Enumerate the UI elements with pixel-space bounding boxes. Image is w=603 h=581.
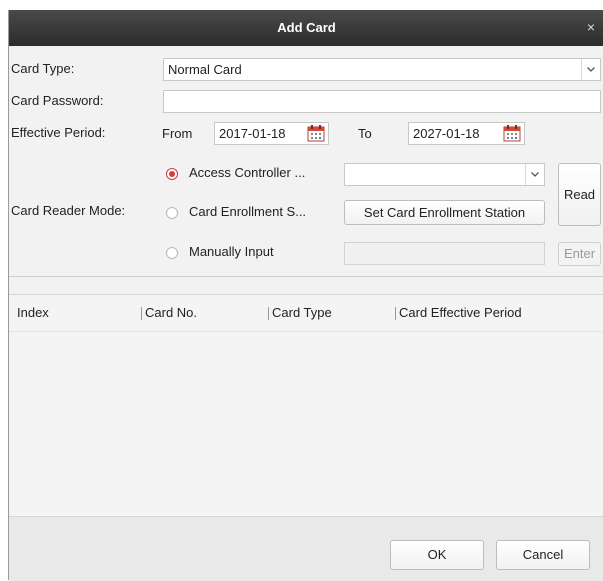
chevron-down-icon[interactable] — [525, 164, 544, 185]
dialog-titlebar[interactable]: Add Card × — [9, 10, 603, 46]
column-header-card-no[interactable]: Card No. — [145, 295, 197, 330]
to-label: To — [358, 126, 372, 141]
access-controller-label: Access Controller ... — [189, 165, 306, 180]
effective-period-label: Effective Period: — [11, 125, 106, 140]
manually-input-radio[interactable] — [166, 247, 178, 259]
ok-button[interactable]: OK — [390, 540, 484, 570]
manual-card-input[interactable] — [344, 242, 545, 265]
column-header-index[interactable]: Index — [17, 295, 49, 330]
column-header-card-effective-period[interactable]: Card Effective Period — [399, 295, 522, 330]
column-separator — [141, 307, 142, 320]
add-card-dialog: Add Card × Card Type: Normal Card Card P… — [8, 10, 603, 581]
card-password-label: Card Password: — [11, 93, 104, 108]
calendar-icon[interactable] — [503, 124, 521, 142]
from-date-value: 2017-01-18 — [219, 126, 286, 141]
manually-input-label: Manually Input — [189, 244, 274, 259]
card-type-value: Normal Card — [168, 62, 242, 77]
chevron-down-icon[interactable] — [581, 59, 600, 80]
dialog-title: Add Card — [277, 20, 336, 35]
calendar-icon[interactable] — [307, 124, 325, 142]
card-enrollment-label: Card Enrollment S... — [189, 204, 307, 219]
column-separator — [395, 307, 396, 320]
table-header-divider — [9, 331, 603, 332]
enter-button[interactable]: Enter — [558, 242, 601, 266]
read-button[interactable]: Read — [558, 163, 601, 226]
card-type-select[interactable]: Normal Card — [163, 58, 601, 81]
section-divider — [9, 276, 603, 277]
access-controller-radio[interactable] — [166, 168, 178, 180]
set-card-enrollment-station-button[interactable]: Set Card Enrollment Station — [344, 200, 545, 225]
card-table: Index Card No. Card Type Card Effective … — [9, 294, 603, 517]
close-icon[interactable]: × — [584, 20, 598, 34]
card-type-label: Card Type: — [11, 61, 75, 76]
cancel-button[interactable]: Cancel — [496, 540, 590, 570]
column-header-card-type[interactable]: Card Type — [272, 295, 332, 330]
access-controller-select[interactable] — [344, 163, 545, 186]
column-separator — [268, 307, 269, 320]
to-date-value: 2027-01-18 — [413, 126, 480, 141]
from-label: From — [162, 126, 193, 141]
card-enrollment-radio[interactable] — [166, 207, 178, 219]
card-password-input[interactable] — [163, 90, 601, 113]
dialog-footer: OK Cancel — [9, 516, 603, 581]
card-reader-mode-label: Card Reader Mode: — [11, 203, 126, 218]
